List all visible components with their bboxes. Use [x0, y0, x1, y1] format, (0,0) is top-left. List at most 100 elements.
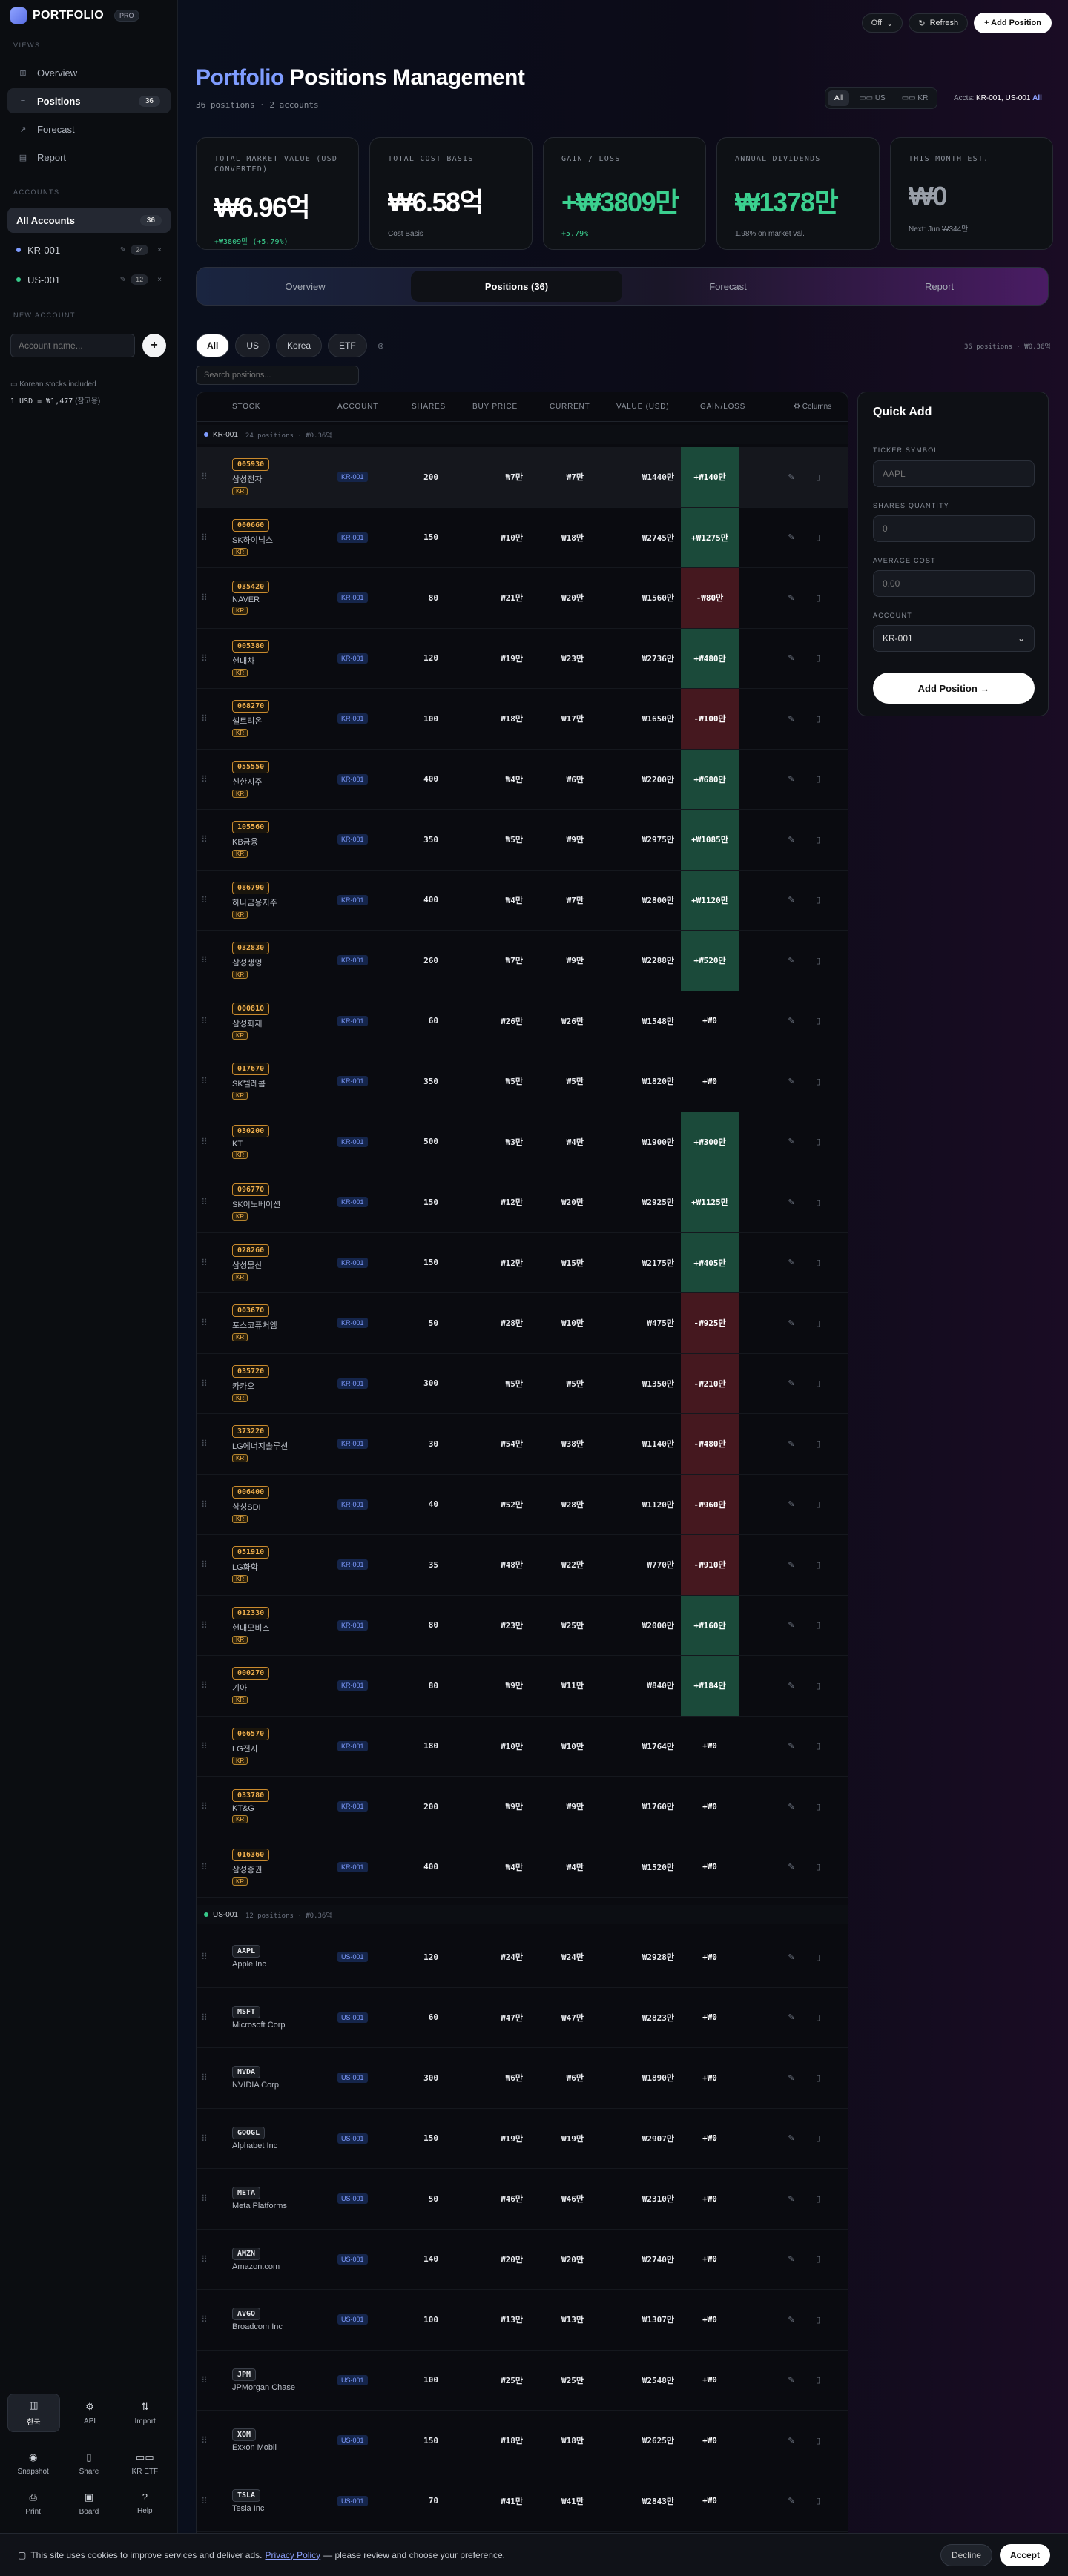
drag-handle-icon[interactable]: ⠿ [201, 1988, 213, 2048]
edit-icon[interactable]: ✎ [784, 1475, 799, 1535]
edit-icon[interactable]: ✎ [784, 2169, 799, 2229]
table-row[interactable]: ⠿ 017670 SK텔레콤 KR KR-001 350 ₩5만 ₩5만 ₩1820만 +₩0 ✎ ▯ [197, 1051, 848, 1112]
edit-icon[interactable]: ✎ [784, 1988, 799, 2048]
edit-icon[interactable]: ✎ [784, 1717, 799, 1777]
nav-positions[interactable]: ≡ Positions 36 [7, 88, 171, 113]
korea-button[interactable]: ▥ 한국 [7, 2394, 60, 2432]
edit-icon[interactable]: ✎ [784, 2351, 799, 2411]
snapshot-button[interactable]: ◉ Snapshot [7, 2444, 59, 2483]
drag-handle-icon[interactable]: ⠿ [201, 1293, 213, 1353]
tab-positions[interactable]: Positions (36) [411, 271, 622, 302]
drag-handle-icon[interactable]: ⠿ [201, 1535, 213, 1595]
drag-handle-icon[interactable]: ⠿ [201, 2290, 213, 2350]
delete-icon[interactable]: ▯ [811, 1837, 825, 1898]
table-row[interactable]: ⠿ 035720 카카오 KR KR-001 300 ₩5만 ₩5만 ₩1350만 -₩210만 ✎… [197, 1353, 848, 1414]
chip-all[interactable]: All [196, 334, 230, 357]
segment-all[interactable]: All [828, 90, 850, 106]
drag-handle-icon[interactable]: ⠿ [201, 1172, 213, 1232]
table-row[interactable]: ⠿ 005380 현대차 KR KR-001 120 ₩19만 ₩23만 ₩2736만 +₩480… [197, 628, 848, 689]
drag-handle-icon[interactable]: ⠿ [201, 629, 213, 689]
delete-icon[interactable]: ▯ [811, 1233, 825, 1293]
edit-icon[interactable]: ✎ [784, 871, 799, 931]
delete-icon[interactable]: ▯ [811, 750, 825, 810]
table-row[interactable]: ⠿ 032830 삼성생명 KR KR-001 260 ₩7만 ₩9만 ₩2288만 +₩520만… [197, 931, 848, 991]
drag-handle-icon[interactable]: ⠿ [201, 2048, 213, 2108]
drag-handle-icon[interactable]: ⠿ [201, 568, 213, 628]
drag-handle-icon[interactable]: ⠿ [201, 2109, 213, 2169]
ticker-input[interactable] [873, 460, 1035, 487]
edit-icon[interactable]: ✎ [784, 1414, 799, 1474]
chip-us[interactable]: US [235, 334, 271, 357]
edit-icon[interactable]: ✎ [784, 2471, 799, 2532]
drag-handle-icon[interactable]: ⠿ [201, 1475, 213, 1535]
col-gain-loss[interactable]: GAIN/LOSS [700, 403, 745, 411]
delete-icon[interactable]: ▯ [811, 447, 825, 507]
delete-icon[interactable]: ▯ [811, 991, 825, 1051]
chip-etf[interactable]: ETF [328, 334, 367, 357]
delete-icon[interactable]: ▯ [811, 1293, 825, 1353]
edit-icon[interactable]: ✎ [784, 2109, 799, 2169]
segment-kr[interactable]: ▭▭ KR [895, 90, 935, 106]
edit-icon[interactable]: ✎ [784, 2048, 799, 2108]
delete-icon[interactable]: ▯ [811, 2471, 825, 2532]
chip-korea[interactable]: Korea [276, 334, 323, 357]
edit-icon[interactable]: ✎ [784, 689, 799, 749]
edit-icon[interactable]: ✎ [784, 2290, 799, 2350]
drag-handle-icon[interactable]: ⠿ [201, 810, 213, 870]
table-row[interactable]: ⠿ 068270 셀트리온 KR KR-001 100 ₩18만 ₩17만 ₩1650만 -₩10… [197, 689, 848, 750]
add-account-button[interactable]: + [142, 334, 166, 357]
table-row[interactable]: ⠿ 051910 LG화학 KR KR-001 35 ₩48만 ₩22만 ₩770만 -₩910만… [197, 1535, 848, 1596]
account-kr-001[interactable]: KR-001 ✎ 24 × [7, 237, 171, 262]
cookie-decline-button[interactable]: Decline [940, 2543, 992, 2566]
cookie-accept-button[interactable]: Accept [999, 2543, 1050, 2566]
clear-filter-icon[interactable]: ⊗ [373, 341, 389, 351]
drag-handle-icon[interactable]: ⠿ [201, 2471, 213, 2532]
delete-icon[interactable]: ▯ [811, 2109, 825, 2169]
drag-handle-icon[interactable]: ⠿ [201, 1777, 213, 1837]
table-row[interactable]: ⠿ 005930 삼성전자 KR KR-001 200 ₩7만 ₩7만 ₩1440만 +₩140만… [197, 447, 848, 508]
edit-icon[interactable]: ✎ [784, 1927, 799, 1987]
edit-icon[interactable]: ✎ [784, 1112, 799, 1172]
edit-icon[interactable]: ✎ [784, 1656, 799, 1716]
col-value[interactable]: VALUE (USD) [616, 403, 669, 411]
table-row[interactable]: ⠿ 373220 LG에너지솔루션 KR KR-001 30 ₩54만 ₩38만 ₩1140만 -… [197, 1414, 848, 1475]
import-button[interactable]: ⇅ Import [119, 2394, 171, 2432]
help-button[interactable]: ? Help [119, 2484, 171, 2523]
delete-icon[interactable]: ▯ [811, 1112, 825, 1172]
delete-icon[interactable]: ▯ [811, 2048, 825, 2108]
drag-handle-icon[interactable]: ⠿ [201, 447, 213, 507]
edit-icon[interactable]: ✎ [784, 810, 799, 870]
delete-icon[interactable]: ▯ [811, 1475, 825, 1535]
edit-icon[interactable]: ✎ [784, 1172, 799, 1232]
tab-forecast[interactable]: Forecast [622, 271, 834, 302]
delete-icon[interactable]: ▯ [811, 1656, 825, 1716]
api-button[interactable]: ⚙ API [65, 2394, 116, 2432]
delete-icon[interactable]: ▯ [811, 2290, 825, 2350]
search-positions-input[interactable] [196, 366, 359, 385]
delete-icon[interactable]: ▯ [811, 568, 825, 628]
edit-icon[interactable]: ✎ [784, 1293, 799, 1353]
drag-handle-icon[interactable]: ⠿ [201, 2351, 213, 2411]
group-header[interactable]: US-001 12 positions · ₩0.36억 [197, 1905, 848, 1924]
edit-icon[interactable]: ✎ [784, 1596, 799, 1656]
add-position-button[interactable]: + Add Position [974, 13, 1052, 33]
drag-handle-icon[interactable]: ⠿ [201, 689, 213, 749]
tab-report[interactable]: Report [834, 271, 1045, 302]
columns-button[interactable]: ⚙ Columns [794, 403, 831, 411]
table-row[interactable]: ⠿ AMZN Amazon.com US-001 140 ₩20만 ₩20만 ₩2740만 +₩… [197, 2230, 848, 2290]
delete-icon[interactable]: ▯ [811, 1717, 825, 1777]
tab-overview[interactable]: Overview [200, 271, 411, 302]
edit-icon[interactable]: ✎ [784, 1051, 799, 1112]
delete-icon[interactable]: ▯ [811, 871, 825, 931]
delete-icon[interactable]: ▯ [811, 931, 825, 991]
table-row[interactable]: ⠿ XOM Exxon Mobil US-001 150 ₩18만 ₩18만 ₩2625만 +₩… [197, 2411, 848, 2471]
table-row[interactable]: ⠿ 003670 포스코퓨처엠 KR KR-001 50 ₩28만 ₩10만 ₩475만 -₩92… [197, 1293, 848, 1354]
edit-icon[interactable]: ✎ [784, 629, 799, 689]
edit-icon[interactable]: ✎ [784, 2411, 799, 2471]
delete-icon[interactable]: ▯ [811, 2351, 825, 2411]
delete-icon[interactable]: ▯ [811, 2411, 825, 2471]
close-icon[interactable]: × [157, 276, 162, 284]
edit-icon[interactable]: ✎ [784, 750, 799, 810]
table-row[interactable]: ⠿ 000810 삼성화재 KR KR-001 60 ₩26만 ₩26만 ₩1548만 +₩0 ✎ ▯ [197, 991, 848, 1051]
drag-handle-icon[interactable]: ⠿ [201, 508, 213, 568]
